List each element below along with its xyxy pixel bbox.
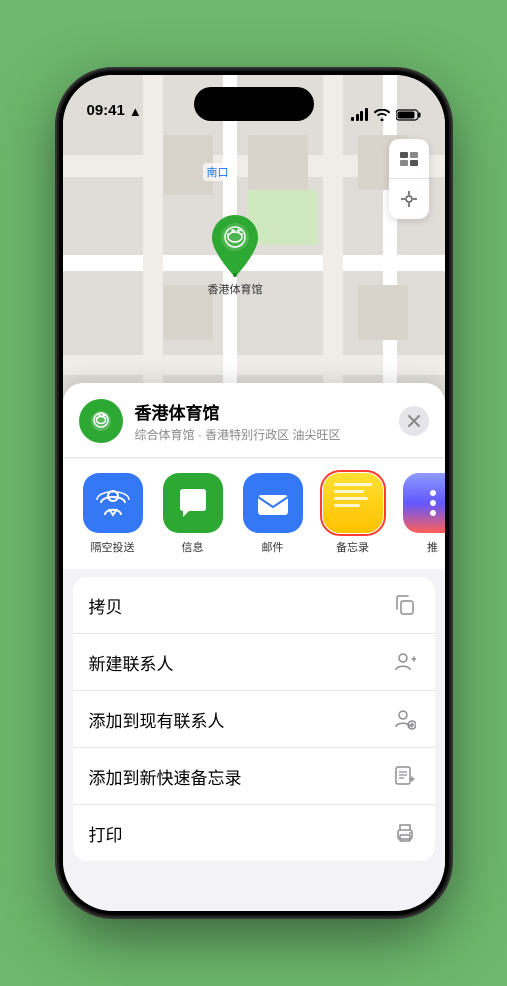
mail-label: 邮件 xyxy=(262,539,284,555)
map-label-south-gate: 南口 xyxy=(203,163,233,181)
share-item-messages[interactable]: 信息 xyxy=(153,473,233,555)
action-print-label: 打印 xyxy=(89,821,123,846)
airdrop-label: 隔空投送 xyxy=(91,539,135,555)
location-pin: 香港体育馆 xyxy=(208,213,263,297)
action-copy[interactable]: 拷贝 xyxy=(73,577,435,634)
copy-icon xyxy=(391,591,419,619)
location-header: 香港体育馆 综合体育馆 · 香港特别行政区 油尖旺区 xyxy=(63,383,445,457)
pin-label: 香港体育馆 xyxy=(208,281,263,297)
notes-icon-wrap xyxy=(323,473,383,533)
messages-label: 信息 xyxy=(182,539,204,555)
person-plus-icon xyxy=(391,648,419,676)
status-icons xyxy=(351,108,421,121)
location-icon xyxy=(79,399,123,443)
messages-icon xyxy=(163,473,223,533)
wifi-icon xyxy=(374,109,390,121)
map-type-button[interactable] xyxy=(389,139,429,179)
location-button[interactable] xyxy=(389,179,429,219)
notes-icon xyxy=(323,473,383,533)
notes-lines xyxy=(334,483,372,511)
action-list: 拷贝 新建联系人 xyxy=(73,577,435,861)
share-row: 隔空投送 信息 xyxy=(63,459,445,569)
share-item-notes[interactable]: 备忘录 xyxy=(313,473,393,555)
printer-icon xyxy=(391,819,419,847)
more-dot-3 xyxy=(430,510,436,516)
action-add-contact[interactable]: 添加到现有联系人 xyxy=(73,691,435,748)
bottom-padding xyxy=(63,861,445,911)
share-item-mail[interactable]: 邮件 xyxy=(233,473,313,555)
phone-screen: 09:41 ▲ xyxy=(63,75,445,911)
location-info: 香港体育馆 综合体育馆 · 香港特别行政区 油尖旺区 xyxy=(135,399,387,443)
messages-icon-wrap xyxy=(163,473,223,533)
action-copy-label: 拷贝 xyxy=(89,593,123,618)
share-item-more[interactable]: 推 xyxy=(393,473,445,555)
airdrop-icon-wrap xyxy=(83,473,143,533)
more-icon xyxy=(403,473,445,533)
more-dot-1 xyxy=(430,490,436,496)
action-new-contact-label: 新建联系人 xyxy=(89,650,174,675)
note-icon xyxy=(391,762,419,790)
action-new-contact[interactable]: 新建联系人 xyxy=(73,634,435,691)
person-add-icon xyxy=(391,705,419,733)
action-quick-note-label: 添加到新快速备忘录 xyxy=(89,764,242,789)
status-time: 09:41 xyxy=(87,102,125,121)
more-icon-wrap xyxy=(403,473,445,533)
location-arrow-icon: ▲ xyxy=(129,104,142,119)
location-subtitle: 综合体育馆 · 香港特别行政区 油尖旺区 xyxy=(135,426,387,443)
airdrop-icon xyxy=(83,473,143,533)
action-quick-note[interactable]: 添加到新快速备忘录 xyxy=(73,748,435,805)
action-print[interactable]: 打印 xyxy=(73,805,435,861)
notes-label: 备忘录 xyxy=(336,539,369,555)
divider-1 xyxy=(63,457,445,458)
battery-icon xyxy=(396,109,421,121)
dynamic-island xyxy=(194,87,314,121)
map-controls xyxy=(389,139,429,219)
action-add-contact-label: 添加到现有联系人 xyxy=(89,707,225,732)
share-item-airdrop[interactable]: 隔空投送 xyxy=(73,473,153,555)
bottom-sheet: 香港体育馆 综合体育馆 · 香港特别行政区 油尖旺区 xyxy=(63,383,445,911)
mail-icon xyxy=(243,473,303,533)
close-button[interactable] xyxy=(399,406,429,436)
phone-frame: 09:41 ▲ xyxy=(59,71,449,915)
more-dot-2 xyxy=(430,500,436,506)
signal-icon xyxy=(351,108,368,121)
mail-icon-wrap xyxy=(243,473,303,533)
location-name: 香港体育馆 xyxy=(135,399,387,424)
more-label: 推 xyxy=(427,539,438,555)
